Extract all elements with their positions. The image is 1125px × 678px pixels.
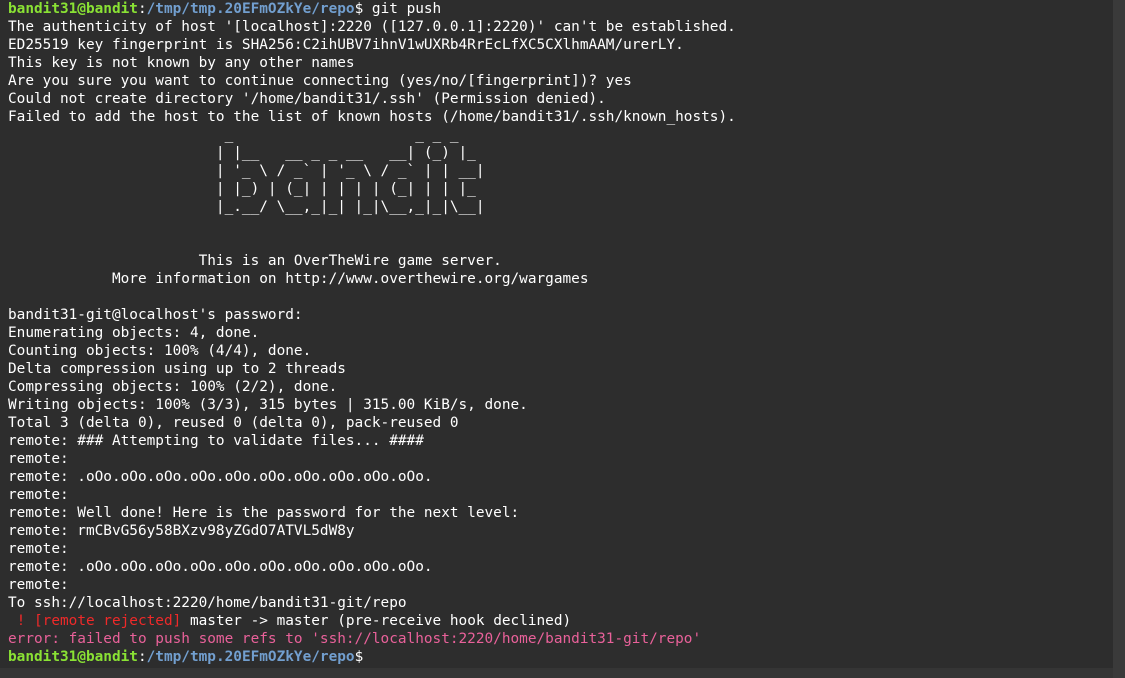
remote-line: remote: .oOo.oOo.oOo.oOo.oOo.oOo.oOo.oOo…	[8, 559, 433, 575]
prompt-separator: :	[137, 649, 147, 665]
rejected-line: ! [remote rejected] master -> master (pr…	[8, 612, 1113, 630]
remote-line: remote:	[8, 451, 69, 467]
banner-message: This is an OverTheWire game server.	[8, 253, 502, 269]
output-line: Writing objects: 100% (3/3), 315 bytes |…	[8, 397, 528, 413]
terminal-output: bandit31@bandit:/tmp/tmp.20EFmOZkYe/repo…	[8, 0, 1113, 666]
output-line: Enumerating objects: 4, done.	[8, 325, 260, 341]
prompt-symbol: $	[354, 649, 364, 665]
banner-info: More information on http://www.overthewi…	[8, 271, 589, 287]
remote-line: remote: .oOo.oOo.oOo.oOo.oOo.oOo.oOo.oOo…	[8, 469, 433, 485]
error-line: error: failed to push some refs to 'ssh:…	[8, 631, 702, 647]
scrollbar[interactable]	[1113, 0, 1125, 678]
output-line: Delta compression using up to 2 threads	[8, 361, 346, 377]
output-line: ED25519 key fingerprint is SHA256:C2ihUB…	[8, 37, 684, 53]
output-line: The authenticity of host '[localhost]:22…	[8, 19, 736, 35]
password-prompt: bandit31-git@localhost's password:	[8, 307, 303, 323]
output-line: This key is not known by any other names	[8, 55, 355, 71]
remote-line: remote:	[8, 487, 69, 503]
output-line: Total 3 (delta 0), reused 0 (delta 0), p…	[8, 415, 459, 431]
command-text: git push	[363, 1, 442, 17]
prompt-separator: :	[137, 1, 147, 17]
remote-line: remote: ### Attempting to validate files…	[8, 433, 424, 449]
terminal-window[interactable]: bandit31@bandit:/tmp/tmp.20EFmOZkYe/repo…	[0, 0, 1113, 678]
ascii-banner-line: | |_) | (_| | | | | (_| | | |_	[8, 181, 485, 197]
output-line: Are you sure you want to continue connec…	[8, 73, 632, 89]
rejected-label: [remote rejected]	[34, 613, 182, 629]
output-line: Failed to add the host to the list of kn…	[8, 109, 736, 125]
rejected-prefix: !	[8, 613, 34, 629]
prompt-symbol: $	[354, 1, 364, 17]
output-line: Counting objects: 100% (4/4), done.	[8, 343, 312, 359]
remote-line: remote: Well done! Here is the password …	[8, 505, 520, 521]
remote-line: remote:	[8, 541, 69, 557]
ascii-banner-line: | '_ \ / _` | '_ \ / _` | | __|	[8, 163, 485, 179]
remote-line: remote:	[8, 577, 69, 593]
terminal-bottom-edge	[0, 668, 1113, 678]
remote-password-line: remote: rmCBvG56y58BXzv98yZGdO7ATVL5dW8y	[8, 523, 355, 539]
current-prompt-line[interactable]: bandit31@bandit:/tmp/tmp.20EFmOZkYe/repo…	[8, 648, 1113, 666]
output-line: Could not create directory '/home/bandit…	[8, 91, 606, 107]
prompt-user-host: bandit31@bandit	[8, 1, 138, 17]
rejected-rest: master -> master (pre-receive hook decli…	[181, 613, 572, 629]
ascii-banner-line: _ _ _ _	[8, 127, 485, 143]
ascii-banner-line: |_.__/ \__,_|_| |_|\__,_|_|\__|	[8, 199, 485, 215]
output-line: Compressing objects: 100% (2/2), done.	[8, 379, 338, 395]
prompt-path: /tmp/tmp.20EFmOZkYe/repo	[146, 1, 355, 17]
prompt-user-host: bandit31@bandit	[8, 649, 138, 665]
ascii-banner-line: | |__ __ _ _ __ __| (_) |_	[8, 145, 485, 161]
push-target-line: To ssh://localhost:2220/home/bandit31-gi…	[8, 595, 407, 611]
command-line: bandit31@bandit:/tmp/tmp.20EFmOZkYe/repo…	[8, 0, 1113, 18]
prompt-path: /tmp/tmp.20EFmOZkYe/repo	[146, 649, 355, 665]
